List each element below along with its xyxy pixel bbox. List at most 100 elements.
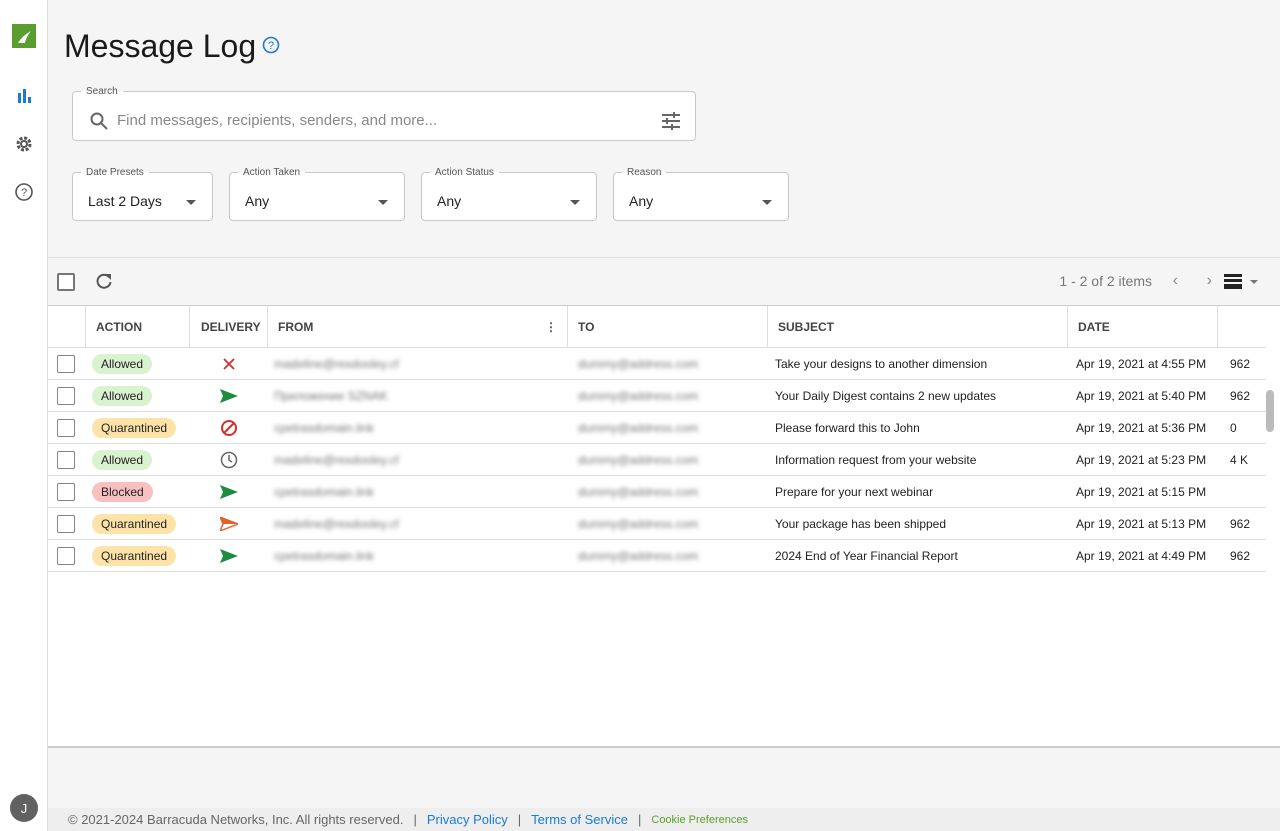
date-cell: Apr 19, 2021 at 5:15 PM: [1076, 484, 1207, 499]
checkbox[interactable]: [57, 514, 75, 533]
to-cell: dummy@address.com: [578, 420, 699, 435]
checkbox[interactable]: [57, 546, 75, 565]
from-cell: cpetrasdomain.link: [274, 484, 375, 499]
select-label: Action Taken: [243, 167, 301, 178]
x-icon: [190, 348, 268, 379]
send-outline-icon: [190, 508, 268, 539]
table-row[interactable]: Quarantined cpetrasdomain.link dummy@add…: [48, 412, 1266, 444]
table-row[interactable]: Blocked cpetrasdomain.link dummy@address…: [48, 476, 1266, 508]
select-label: Date Presets: [86, 167, 144, 178]
subject-cell[interactable]: Your package has been shipped: [775, 508, 1065, 539]
separator: |: [637, 812, 642, 827]
row-checkbox[interactable]: [57, 380, 77, 411]
to-cell: dummy@address.com: [578, 484, 699, 499]
terms-of-service-link[interactable]: Terms of Service: [531, 812, 628, 827]
table-row[interactable]: Quarantined madeline@rexdooley.cf dummy@…: [48, 508, 1266, 540]
row-checkbox[interactable]: [57, 444, 77, 475]
search-input[interactable]: Find messages, recipients, senders, and …: [117, 112, 437, 129]
row-checkbox[interactable]: [57, 412, 77, 443]
column-header-to[interactable]: TO: [568, 306, 768, 347]
status-badge: Allowed: [92, 449, 153, 470]
table-row[interactable]: Allowed madeline@rexdooley.cf dummy@addr…: [48, 348, 1266, 380]
privacy-policy-link[interactable]: Privacy Policy: [427, 812, 508, 827]
checkbox[interactable]: [57, 354, 75, 373]
help-icon[interactable]: ?: [14, 182, 34, 202]
message-table: ACTION DELIVERY FROM ⋮ TO SUBJECT DATE Al…: [48, 306, 1280, 748]
table-row[interactable]: Allowed madeline@rexdooley.cf dummy@addr…: [48, 444, 1266, 476]
status-badge: Quarantined: [92, 545, 177, 566]
vertical-scrollbar[interactable]: [1266, 390, 1274, 432]
select-label: Action Status: [435, 167, 494, 178]
date-presets-select[interactable]: Date Presets Last 2 Days: [72, 167, 213, 221]
date-cell: Apr 19, 2021 at 5:23 PM: [1076, 452, 1207, 467]
column-header-action[interactable]: ACTION: [86, 306, 190, 347]
date-cell: Apr 19, 2021 at 5:36 PM: [1076, 420, 1207, 435]
column-menu-icon[interactable]: ⋮: [545, 320, 557, 334]
column-header-from[interactable]: FROM ⋮: [268, 306, 568, 347]
subject-cell[interactable]: Please forward this to John: [775, 412, 1065, 443]
subject-cell[interactable]: Take your designs to another dimension: [775, 348, 1065, 379]
search-field[interactable]: Search Find messages, recipients, sender…: [72, 86, 696, 141]
send-icon: [190, 540, 268, 571]
size-cell: 962: [1230, 516, 1251, 531]
table-header-row: ACTION DELIVERY FROM ⋮ TO SUBJECT DATE: [48, 306, 1266, 348]
select-value: Any: [629, 193, 654, 209]
date-cell: Apr 19, 2021 at 5:13 PM: [1076, 516, 1207, 531]
subject-cell[interactable]: Prepare for your next webinar: [775, 476, 1065, 507]
density-menu-icon[interactable]: [1224, 274, 1264, 295]
row-checkbox[interactable]: [57, 476, 77, 507]
from-cell: cpetrasdomain.link: [274, 420, 375, 435]
subject-cell[interactable]: Your Daily Digest contains 2 new updates: [775, 380, 1065, 411]
send-icon: [190, 380, 268, 411]
action-status-select[interactable]: Action Status Any: [421, 167, 597, 221]
table-row[interactable]: Allowed Приложение SZNAK dummy@address.c…: [48, 380, 1266, 412]
checkbox[interactable]: [57, 386, 75, 405]
size-cell: 4 K: [1230, 452, 1249, 467]
action-cell: Quarantined: [92, 412, 192, 443]
help-icon[interactable]: ?: [262, 36, 280, 59]
action-cell: Quarantined: [92, 540, 192, 571]
status-badge: Blocked: [92, 481, 153, 502]
column-header-subject[interactable]: SUBJECT: [768, 306, 1068, 347]
settings-gear-icon[interactable]: [14, 134, 34, 154]
caret-down-icon: [762, 200, 772, 205]
from-cell: Приложение SZNAK: [274, 388, 388, 403]
column-header-date[interactable]: DATE: [1068, 306, 1218, 347]
filter-tune-icon[interactable]: [661, 111, 681, 136]
row-checkbox[interactable]: [57, 508, 77, 539]
column-header-delivery[interactable]: DELIVERY: [190, 306, 268, 347]
table-row[interactable]: Quarantined cpetrasdomain.link dummy@add…: [48, 540, 1266, 572]
copyright-text: © 2021-2024 Barracuda Networks, Inc. All…: [68, 812, 404, 827]
to-cell: dummy@address.com: [578, 356, 699, 371]
select-all-checkbox[interactable]: [57, 273, 75, 291]
checkbox[interactable]: [57, 482, 75, 501]
row-checkbox[interactable]: [57, 348, 77, 379]
cookie-preferences-link[interactable]: Cookie Preferences: [651, 814, 748, 826]
user-avatar[interactable]: J: [10, 794, 38, 822]
reports-chart-icon[interactable]: [14, 86, 34, 106]
sidebar: ? J: [0, 0, 48, 831]
status-badge: Allowed: [92, 385, 153, 406]
refresh-icon[interactable]: [94, 271, 114, 296]
row-checkbox[interactable]: [57, 540, 77, 571]
barracuda-logo[interactable]: [12, 24, 36, 48]
action-taken-select[interactable]: Action Taken Any: [229, 167, 405, 221]
size-cell: 962: [1230, 388, 1251, 403]
from-cell: madeline@rexdooley.cf: [274, 356, 399, 371]
separator: |: [517, 812, 522, 827]
next-page-icon[interactable]: ›: [1207, 272, 1212, 290]
search-icon: [89, 111, 109, 136]
checkbox[interactable]: [57, 418, 75, 437]
prev-page-icon[interactable]: ‹: [1173, 272, 1178, 290]
search-label: Search: [86, 86, 118, 97]
subject-cell[interactable]: 2024 End of Year Financial Report: [775, 540, 1065, 571]
date-cell: Apr 19, 2021 at 4:49 PM: [1076, 548, 1207, 563]
action-cell: Allowed: [92, 444, 192, 475]
checkbox[interactable]: [57, 450, 75, 469]
footer: © 2021-2024 Barracuda Networks, Inc. All…: [48, 808, 1280, 831]
action-cell: Quarantined: [92, 508, 192, 539]
size-cell: [1230, 476, 1264, 507]
subject-cell[interactable]: Information request from your website: [775, 444, 1065, 475]
separator: |: [413, 812, 417, 827]
reason-select[interactable]: Reason Any: [613, 167, 789, 221]
